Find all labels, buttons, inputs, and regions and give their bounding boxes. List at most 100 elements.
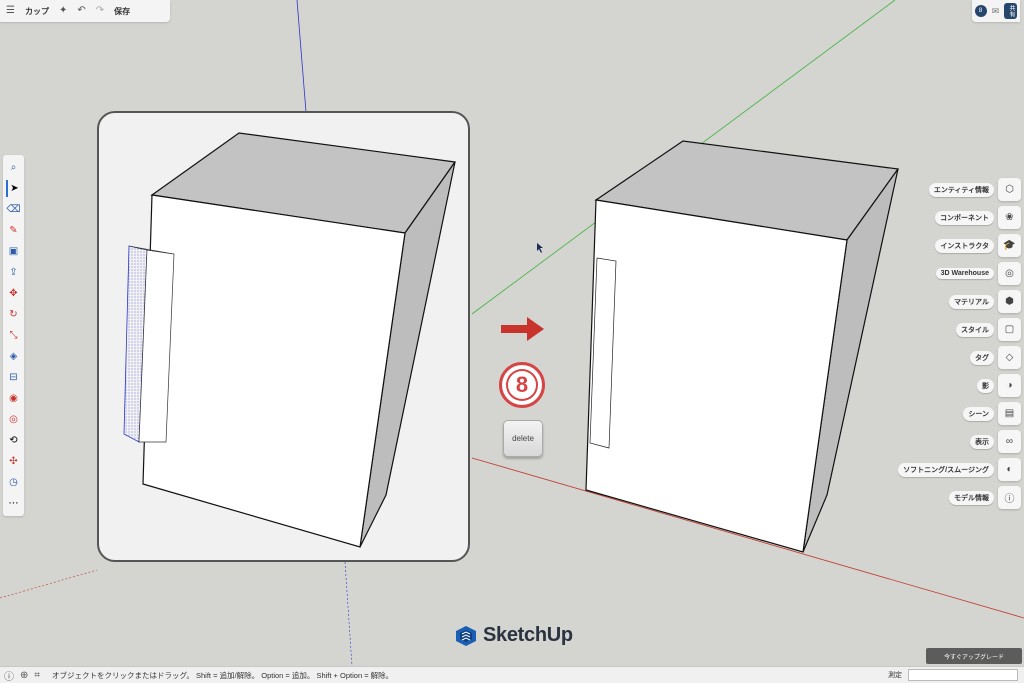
panel-button-icon[interactable]: ◎ — [998, 262, 1021, 285]
blue-axis-dashed — [344, 561, 353, 667]
panel-button-icon[interactable]: ❀ — [998, 206, 1021, 229]
redo-icon[interactable]: ↷ — [96, 6, 104, 16]
orbit-tool[interactable]: ◎ — [6, 411, 22, 428]
sparkle-icon[interactable]: ✦ — [59, 6, 67, 16]
panel-button-icon[interactable]: ⬡ — [998, 178, 1021, 201]
panel-label[interactable]: 影 — [977, 378, 994, 393]
notification-icon[interactable]: ✉ — [992, 6, 1000, 17]
panel-row: コンポーネント ❀ — [935, 206, 1021, 229]
upgrade-button[interactable]: 今すぐアップグレード — [926, 648, 1022, 664]
section-plane-tool-icon: ◉ — [9, 393, 18, 404]
select-tool[interactable]: ➤ — [5, 180, 22, 197]
compass-tool[interactable]: ◷ — [6, 474, 22, 491]
eraser-tool-icon: ⌫ — [6, 204, 21, 215]
scale-tool[interactable]: ⤡ — [6, 327, 22, 344]
panel-row: ソフトニング/スムージング ◐ — [898, 458, 1021, 481]
rectangle-tool[interactable]: ▣ — [6, 243, 22, 260]
pan-tool[interactable]: ⟲ — [6, 432, 22, 449]
panel-button-icon[interactable]: ◑ — [998, 374, 1021, 397]
walk-tool-icon: ✣ — [9, 456, 18, 467]
pencil-tool-icon: ✎ — [9, 225, 18, 236]
sketchup-logo: SketchUp — [455, 624, 573, 647]
share-button[interactable]: 共有 — [1004, 3, 1018, 19]
walk-tool[interactable]: ✣ — [6, 453, 22, 470]
panel-row: シーン ▤ — [963, 402, 1021, 425]
avatar[interactable]: 8 — [974, 5, 987, 17]
paint-bucket-tool-icon: ◈ — [9, 351, 18, 362]
move-tool[interactable]: ✥ — [6, 285, 22, 302]
panel-label[interactable]: 3D Warehouse — [935, 268, 994, 279]
delete-key-icon: delete — [503, 420, 543, 457]
panel-label[interactable]: マテリアル — [949, 294, 994, 309]
top-right-bar: 8 ✉ 共有 — [972, 0, 1020, 22]
model-title[interactable]: カップ — [25, 6, 49, 17]
push-pull-tool-icon: ⇪ — [9, 267, 18, 278]
globe-icon[interactable]: ⊕ — [20, 670, 28, 681]
panel-label[interactable]: タグ — [970, 350, 994, 365]
tape-measure-tool-icon: ⊟ — [9, 372, 18, 383]
panel-button-icon[interactable]: ◇ — [998, 346, 1021, 369]
compass-tool-icon: ◷ — [9, 477, 18, 488]
step-number-badge: 8 — [499, 362, 545, 408]
panel-row: マテリアル ⬢ — [949, 290, 1021, 313]
panel-label[interactable]: ソフトニング/スムージング — [898, 462, 994, 477]
search-tool[interactable]: ⌕ — [6, 159, 22, 176]
panel-row: インストラクタ 🎓 — [935, 234, 1021, 257]
mouse-icon: ⌗ — [34, 669, 41, 681]
paint-bucket-tool[interactable]: ◈ — [6, 348, 22, 365]
left-tool-palette: ⌕ ➤ ⌫ ✎ ▣ ⇪ ✥ ↻ ⤡ ◈ ⊟ ◉ ◎ ⟲ ✣ ◷ ⋯ — [3, 155, 24, 516]
panel-button-icon[interactable]: ▢ — [998, 318, 1021, 341]
pencil-tool[interactable]: ✎ — [6, 222, 22, 239]
panel-label[interactable]: 表示 — [970, 434, 994, 449]
save-button[interactable]: 保存 — [114, 6, 130, 17]
panel-label[interactable]: スタイル — [956, 322, 994, 337]
panel-row: 3D Warehouse ◎ — [935, 262, 1021, 285]
hamburger-icon[interactable]: ☰ — [6, 6, 15, 16]
more-tools-icon: ⋯ — [8, 498, 19, 509]
measurements-box: 測定 — [888, 669, 1018, 681]
info-icon[interactable]: ⓘ — [4, 668, 14, 683]
tape-measure-tool[interactable]: ⊟ — [6, 369, 22, 386]
undo-icon[interactable]: ↶ — [77, 6, 85, 16]
measure-input[interactable] — [908, 669, 1018, 681]
box-model-before[interactable] — [99, 113, 470, 562]
measure-label: 測定 — [888, 672, 902, 679]
orbit-tool-icon: ◎ — [9, 414, 18, 425]
panel-row: モデル情報 ⓘ — [949, 486, 1021, 509]
panel-row: 影 ◑ — [977, 374, 1021, 397]
sketchup-wordmark: SketchUp — [483, 624, 573, 646]
move-tool-icon: ✥ — [9, 288, 18, 299]
right-panel-tray: エンティティ情報 ⬡ コンポーネント ❀ インストラクタ 🎓 3D Warehouse ◎ マテ… — [898, 178, 1021, 509]
cursor-icon — [537, 243, 543, 253]
panel-label[interactable]: コンポーネント — [935, 210, 994, 225]
push-pull-tool[interactable]: ⇪ — [6, 264, 22, 281]
panel-row: タグ ◇ — [970, 346, 1021, 369]
panel-button-icon[interactable]: ◐ — [998, 458, 1021, 481]
select-tool-icon: ➤ — [10, 183, 19, 194]
rectangle-tool-icon: ▣ — [8, 246, 19, 257]
blue-axis — [296, 0, 307, 113]
search-tool-icon: ⌕ — [10, 162, 17, 173]
panel-button-icon[interactable]: ⬢ — [998, 290, 1021, 313]
pan-tool-icon: ⟲ — [9, 435, 18, 446]
red-axis-dashed — [0, 569, 98, 599]
sketchup-logo-icon — [456, 625, 476, 646]
panel-row: 表示 ∞ — [970, 430, 1021, 453]
before-inset-panel — [97, 111, 470, 562]
panel-button-icon[interactable]: 🎓 — [998, 234, 1021, 257]
rotate-tool-icon: ↻ — [9, 309, 18, 320]
panel-row: エンティティ情報 ⬡ — [928, 178, 1021, 201]
box-model-after[interactable] — [585, 140, 900, 553]
status-bar: ⓘ ⊕ ⌗ オブジェクトをクリックまたはドラッグ。 Shift = 追加/解除。… — [0, 666, 1024, 683]
panel-label[interactable]: エンティティ情報 — [928, 182, 994, 197]
panel-button-icon[interactable]: ⓘ — [998, 486, 1021, 509]
panel-label[interactable]: シーン — [963, 406, 994, 421]
section-plane-tool[interactable]: ◉ — [6, 390, 22, 407]
rotate-tool[interactable]: ↻ — [6, 306, 22, 323]
eraser-tool[interactable]: ⌫ — [6, 201, 22, 218]
panel-button-icon[interactable]: ▤ — [998, 402, 1021, 425]
panel-button-icon[interactable]: ∞ — [998, 430, 1021, 453]
more-tools[interactable]: ⋯ — [6, 495, 22, 512]
panel-label[interactable]: インストラクタ — [935, 238, 994, 253]
panel-label[interactable]: モデル情報 — [949, 490, 994, 505]
